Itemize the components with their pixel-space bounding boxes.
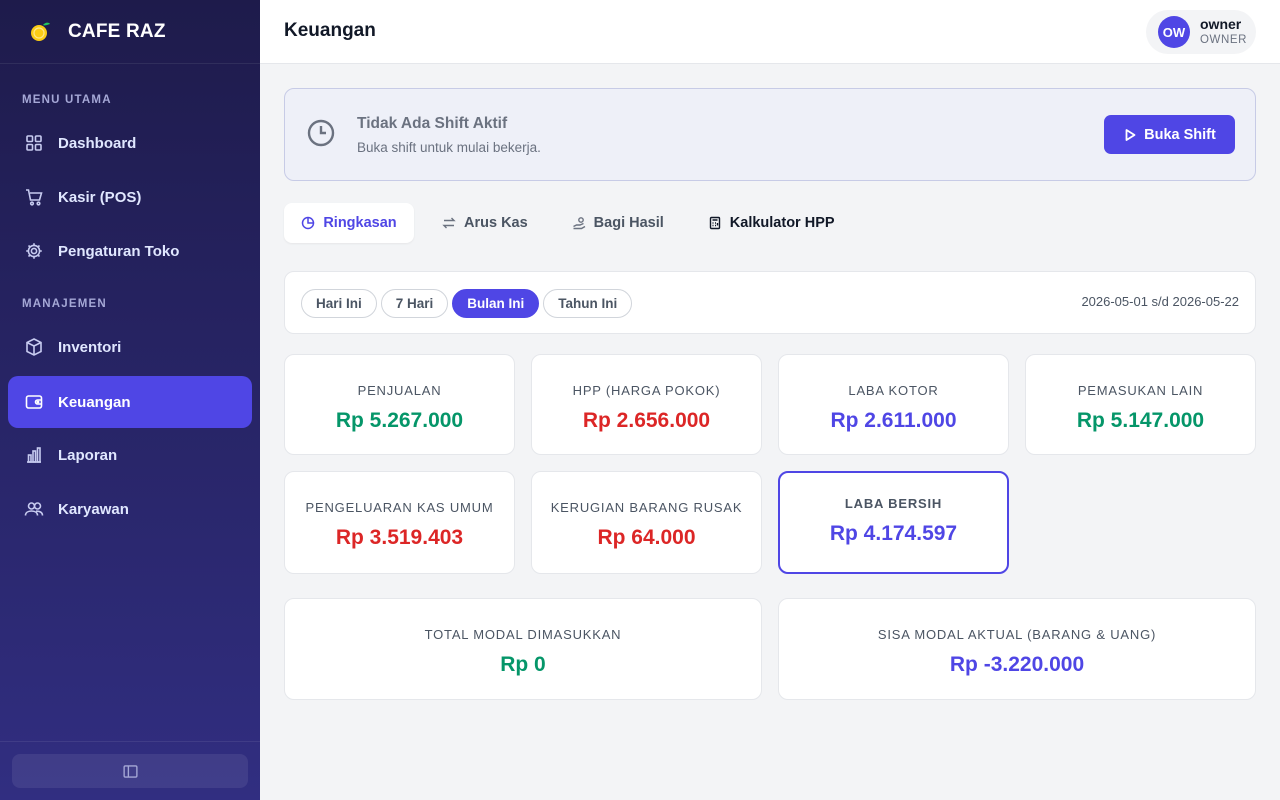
tab-kalkulator-hpp[interactable]: Kalkulator HPP: [688, 203, 855, 243]
card-pemasukan-lain: PEMASUKAN LAIN Rp 5.147.000: [1025, 354, 1256, 455]
grid-icon: [26, 135, 42, 151]
user-menu[interactable]: OW owner OWNER: [1146, 10, 1256, 54]
card-label: PENGELUARAN KAS UMUM: [305, 500, 494, 515]
card-value: Rp 5.267.000: [335, 409, 464, 432]
card-value: Rp 64.000: [597, 526, 696, 549]
card-value: Rp 0: [500, 653, 546, 676]
hand-coins-icon: [572, 217, 586, 230]
wallet-icon: [25, 395, 43, 409]
collapse-sidebar-button[interactable]: [12, 754, 248, 788]
card-value: Rp 3.519.403: [335, 526, 464, 549]
card-label: LABA KOTOR: [848, 383, 939, 398]
tab-label: Ringkasan: [323, 215, 397, 231]
calculator-icon: [709, 216, 720, 230]
card-label: TOTAL MODAL DIMASUKKAN: [424, 627, 622, 642]
filter-hari-ini[interactable]: Hari Ini: [301, 289, 377, 318]
shift-title: Tidak Ada Shift Aktif: [357, 115, 508, 132]
card-value: Rp -3.220.000: [949, 653, 1085, 676]
period-pills: Hari Ini 7 Hari Bulan Ini Tahun Ini: [301, 289, 636, 318]
card-value: Rp 2.611.000: [830, 409, 957, 432]
card-sisa-modal: SISA MODAL AKTUAL (BARANG & UANG) Rp -3.…: [778, 598, 1256, 700]
pie-chart-icon: [302, 216, 315, 230]
open-shift-label: Buka Shift: [1144, 126, 1216, 143]
sidebar-item-inventori[interactable]: Inventori: [8, 321, 252, 373]
tab-label: Bagi Hasil: [593, 215, 664, 231]
cart-icon: [26, 189, 43, 206]
sidebar: CAFE RAZ MENU UTAMA Dashboard Kasir (POS…: [0, 0, 260, 800]
card-hpp: HPP (HARGA POKOK) Rp 2.656.000: [531, 354, 762, 455]
card-penjualan: PENJUALAN Rp 5.267.000: [284, 354, 515, 455]
sidebar-item-keuangan[interactable]: Keuangan: [8, 376, 252, 428]
period-filter-bar: Hari Ini 7 Hari Bulan Ini Tahun Ini 2026…: [284, 271, 1256, 334]
card-label: LABA BERSIH: [844, 496, 943, 511]
open-shift-button[interactable]: Buka Shift: [1104, 115, 1235, 154]
card-laba-bersih: LABA BERSIH Rp 4.174.597: [778, 471, 1009, 574]
card-total-modal: TOTAL MODAL DIMASUKKAN Rp 0: [284, 598, 762, 700]
sidebar-item-pengaturan-toko[interactable]: Pengaturan Toko: [8, 225, 252, 277]
sidebar-footer: [0, 741, 260, 800]
card-value: Rp 4.174.597: [829, 522, 958, 545]
tab-label: Arus Kas: [464, 215, 528, 231]
shift-subtitle: Buka shift untuk mulai bekerja.: [357, 140, 541, 155]
brand[interactable]: CAFE RAZ: [0, 0, 260, 64]
card-pengeluaran: PENGELUARAN KAS UMUM Rp 3.519.403: [284, 471, 515, 574]
users-icon: [24, 502, 44, 516]
card-laba-kotor: LABA KOTOR Rp 2.611.000: [778, 354, 1009, 455]
card-label: PENJUALAN: [357, 383, 442, 398]
avatar: OW: [1158, 16, 1190, 48]
sidebar-item-label: Keuangan: [58, 393, 131, 411]
sidebar-item-dashboard[interactable]: Dashboard: [8, 117, 252, 169]
card-value: Rp 5.147.000: [1076, 409, 1205, 432]
brand-name: CAFE RAZ: [68, 20, 166, 42]
sidebar-item-label: Dashboard: [58, 134, 137, 152]
swap-arrows-icon: [442, 217, 456, 229]
section-label-manage: MANAJEMEN: [22, 298, 107, 310]
filter-bulan-ini[interactable]: Bulan Ini: [452, 289, 540, 318]
card-value: Rp 2.656.000: [582, 409, 711, 432]
clock-icon: [307, 119, 335, 147]
card-label: SISA MODAL AKTUAL (BARANG & UANG): [877, 627, 1157, 642]
section-label-main: MENU UTAMA: [22, 94, 112, 106]
card-kerugian: KERUGIAN BARANG RUSAK Rp 64.000: [531, 471, 762, 574]
bar-chart-icon: [27, 447, 41, 463]
box-icon: [26, 338, 42, 356]
play-icon: [1125, 128, 1136, 141]
card-label: KERUGIAN BARANG RUSAK: [550, 500, 743, 515]
sidebar-item-label: Inventori: [58, 338, 122, 356]
gear-icon: [26, 243, 42, 259]
finance-tabs: Ringkasan Arus Kas Bagi Hasil Kalkulator…: [284, 203, 859, 243]
sidebar-item-label: Laporan: [58, 446, 118, 464]
tab-arus-kas[interactable]: Arus Kas: [418, 203, 548, 243]
sidebar-item-label: Kasir (POS): [58, 188, 142, 206]
sidebar-toggle-icon: [122, 764, 138, 778]
top-header: Keuangan OW owner OWNER: [260, 0, 1280, 64]
sidebar-item-label: Pengaturan Toko: [58, 242, 180, 260]
sidebar-item-kasir[interactable]: Kasir (POS): [8, 171, 252, 223]
card-label: HPP (HARGA POKOK): [572, 383, 721, 398]
tab-label: Kalkulator HPP: [729, 215, 835, 231]
sidebar-item-karyawan[interactable]: Karyawan: [8, 483, 252, 535]
user-role: OWNER: [1200, 34, 1248, 46]
shift-banner: Tidak Ada Shift Aktif Buka shift untuk m…: [284, 88, 1256, 181]
page-title: Keuangan: [284, 20, 376, 41]
sidebar-item-laporan[interactable]: Laporan: [8, 429, 252, 481]
filter-tahun-ini[interactable]: Tahun Ini: [543, 289, 633, 318]
tab-bagi-hasil[interactable]: Bagi Hasil: [552, 203, 684, 243]
date-range: 2026-05-01 s/d 2026-05-22: [1081, 294, 1239, 309]
sidebar-item-label: Karyawan: [58, 500, 129, 518]
user-name: owner: [1200, 16, 1242, 32]
card-label: PEMASUKAN LAIN: [1077, 383, 1204, 398]
lemon-icon: [31, 22, 50, 41]
filter-7-hari[interactable]: 7 Hari: [380, 289, 449, 318]
tab-ringkasan[interactable]: Ringkasan: [284, 203, 414, 243]
